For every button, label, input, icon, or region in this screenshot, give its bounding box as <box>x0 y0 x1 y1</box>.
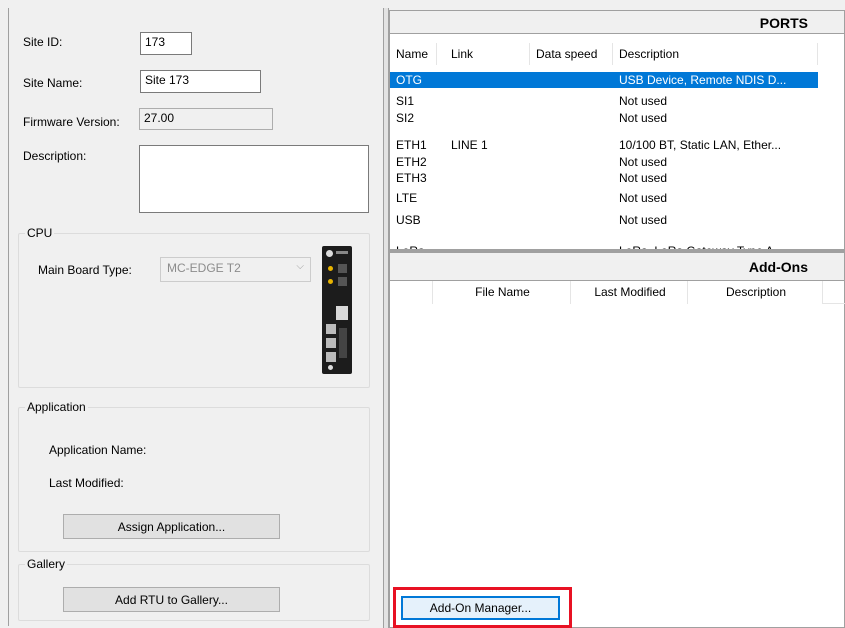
firmware-version-field: 27.00 <box>139 108 273 130</box>
cpu-group: CPU Main Board Type: MC-EDGE T2 ⌵ <box>18 226 370 388</box>
port-row-si2[interactable]: SI2 Not used <box>390 110 818 126</box>
rtu-board-image <box>322 246 352 374</box>
col-blank[interactable] <box>390 281 433 304</box>
site-name-label: Site Name: <box>23 76 83 90</box>
description-input[interactable] <box>139 145 369 213</box>
chevron-down-icon: ⌵ <box>296 261 304 272</box>
col-addon-description[interactable]: Description <box>688 281 823 304</box>
add-rtu-to-gallery-button[interactable]: Add RTU to Gallery... <box>63 587 280 612</box>
site-id-label: Site ID: <box>23 35 63 49</box>
left-pane: Site ID: 173 Site Name: Site 173 Firmwar… <box>8 8 382 626</box>
main-board-type-select[interactable]: MC-EDGE T2 ⌵ <box>160 257 311 282</box>
col-link[interactable]: Link <box>445 43 530 65</box>
addons-column-headers: File Name Last Modified Description <box>390 281 845 304</box>
port-row-otg[interactable]: OTG USB Device, Remote NDIS D... <box>390 72 818 88</box>
assign-application-button[interactable]: Assign Application... <box>63 514 280 539</box>
port-row-eth2[interactable]: ETH2 Not used <box>390 154 818 170</box>
port-row-eth3[interactable]: ETH3 Not used <box>390 170 818 186</box>
main-board-type-value: MC-EDGE T2 <box>167 261 241 275</box>
col-file-name[interactable]: File Name <box>433 281 571 304</box>
addons-title: Add-Ons <box>390 253 844 281</box>
cpu-group-title: CPU <box>25 226 55 240</box>
description-label: Description: <box>23 149 87 163</box>
col-data-speed[interactable]: Data speed <box>530 43 613 65</box>
gallery-group-title: Gallery <box>25 557 68 571</box>
application-group-title: Application <box>25 400 88 414</box>
application-group: Application Application Name: Last Modif… <box>18 400 370 552</box>
last-modified-label: Last Modified: <box>49 476 124 490</box>
addons-panel: Add-Ons File Name Last Modified Descript… <box>389 253 845 628</box>
ports-panel: PORTS Name Link Data speed Description O… <box>389 10 845 253</box>
ports-title: PORTS <box>390 11 844 34</box>
col-name[interactable]: Name <box>390 43 437 65</box>
site-name-input[interactable]: Site 173 <box>140 70 261 93</box>
port-row-eth1[interactable]: ETH1 LINE 1 10/100 BT, Static LAN, Ether… <box>390 137 818 153</box>
add-on-manager-button[interactable]: Add-On Manager... <box>401 596 560 620</box>
col-last-modified[interactable]: Last Modified <box>571 281 688 304</box>
firmware-version-label: Firmware Version: <box>23 115 120 129</box>
site-id-input[interactable]: 173 <box>140 32 192 55</box>
port-row-usb[interactable]: USB Not used <box>390 212 818 228</box>
port-row-lte[interactable]: LTE Not used <box>390 190 818 206</box>
main-board-type-label: Main Board Type: <box>38 263 132 277</box>
gallery-group: Gallery Add RTU to Gallery... <box>18 557 370 621</box>
application-name-label: Application Name: <box>49 443 147 457</box>
ports-column-headers: Name Link Data speed Description <box>390 43 844 65</box>
col-description[interactable]: Description <box>613 43 818 65</box>
port-row-si1[interactable]: SI1 Not used <box>390 93 818 109</box>
